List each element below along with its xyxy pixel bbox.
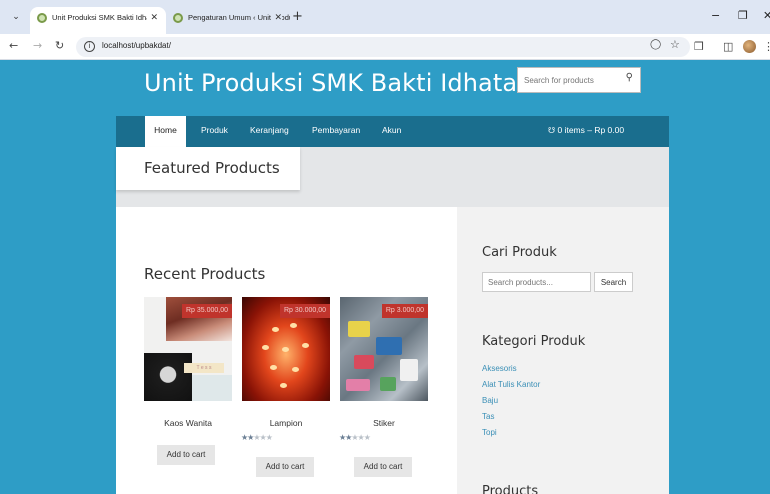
- image-part: [270, 365, 277, 370]
- featured-products-box: Featured Products: [116, 147, 300, 190]
- price-badge: Rp 30.000,00: [279, 304, 330, 318]
- site-search-box: ⚲: [517, 67, 641, 93]
- product-name[interactable]: Stiker: [340, 418, 428, 428]
- nav-pembayaran[interactable]: Pembayaran: [312, 116, 360, 147]
- category-link-aksesoris[interactable]: Aksesoris: [482, 364, 517, 373]
- translate-icon[interactable]: ◯: [650, 39, 661, 50]
- image-part: [280, 383, 287, 388]
- restore-button[interactable]: ❐: [738, 9, 748, 22]
- image-part: [144, 353, 192, 401]
- nav-home[interactable]: Home: [145, 116, 186, 148]
- category-link-tas[interactable]: Tas: [482, 412, 494, 421]
- main-content: Recent Products T e s s Rp 35.000,00 Kao…: [116, 207, 457, 494]
- image-part: [292, 367, 299, 372]
- window-close-button[interactable]: ✕: [763, 9, 770, 22]
- site-search-input[interactable]: [524, 73, 620, 87]
- close-icon[interactable]: ✕: [271, 7, 282, 29]
- cart-summary: 0 items – Rp 0.00: [557, 125, 625, 135]
- nav-keranjang[interactable]: Keranjang: [250, 116, 289, 147]
- category-link-baju[interactable]: Baju: [482, 396, 498, 405]
- nav-produk[interactable]: Produk: [201, 116, 228, 147]
- close-icon[interactable]: ✕: [147, 7, 158, 29]
- add-to-cart-button[interactable]: Add to cart: [157, 445, 215, 465]
- search-icon[interactable]: ⚲: [626, 72, 633, 83]
- image-part: [380, 377, 396, 391]
- product-search-input[interactable]: [482, 272, 591, 292]
- product-image[interactable]: Rp 30.000,00: [242, 297, 330, 401]
- address-bar-row: ← → ↻ i localhost/upbakdat/ ◯ ☆ ❒ ◫: [0, 34, 770, 60]
- price-badge: Rp 3.000,00: [381, 304, 428, 318]
- add-to-cart-button[interactable]: Add to cart: [354, 457, 412, 477]
- image-part: [354, 355, 374, 369]
- image-part: [290, 323, 297, 328]
- add-to-cart-button[interactable]: Add to cart: [256, 457, 314, 477]
- image-part: [346, 379, 370, 391]
- products-widget-title: Products: [482, 484, 539, 494]
- minimize-button[interactable]: −: [711, 9, 720, 22]
- image-part: [262, 345, 269, 350]
- product-card: T e s s Rp 35.000,00 Kaos Wanita: [144, 297, 232, 428]
- image-part: [192, 375, 232, 401]
- forward-icon[interactable]: →: [33, 39, 42, 52]
- extensions-icon[interactable]: ❒: [694, 40, 704, 53]
- featured-products-title: Featured Products: [144, 159, 280, 177]
- product-card: Rp 30.000,00 Lampion: [242, 297, 330, 428]
- globe-icon: [37, 13, 47, 23]
- url-text: localhost/upbakdat/: [102, 41, 171, 50]
- sidebar-icon[interactable]: ◫: [723, 40, 733, 53]
- tab-inactive[interactable]: Pengaturan Umum ‹ Unit Produ ✕: [166, 7, 290, 34]
- url-field[interactable]: i localhost/upbakdat/ ◯ ☆: [76, 37, 690, 57]
- product-name[interactable]: Kaos Wanita: [144, 418, 232, 428]
- back-icon[interactable]: ←: [9, 39, 18, 52]
- image-part: [302, 343, 309, 348]
- cart-icon: ☋: [548, 126, 556, 135]
- product-image[interactable]: Rp 3.000,00: [340, 297, 428, 401]
- category-link-topi[interactable]: Topi: [482, 428, 497, 437]
- sidebar: Cari Produk Search Kategori Produk Akses…: [457, 207, 669, 494]
- star-icon[interactable]: ☆: [670, 38, 680, 51]
- image-part: [400, 359, 418, 381]
- search-widget-title: Cari Produk: [482, 245, 557, 260]
- image-part: [282, 347, 289, 352]
- image-caption: T e s s: [184, 363, 224, 373]
- info-icon[interactable]: i: [84, 41, 95, 52]
- site-title[interactable]: Unit Produksi SMK Bakti Idhata: [144, 69, 517, 97]
- category-link-alat-tulis-kantor[interactable]: Alat Tulis Kantor: [482, 380, 540, 389]
- more-menu-icon[interactable]: ⋮: [763, 40, 770, 53]
- price-badge: Rp 35.000,00: [181, 304, 232, 318]
- image-part: [348, 321, 370, 337]
- image-part: [376, 337, 402, 355]
- globe-icon: [173, 13, 183, 23]
- product-card: Rp 3.000,00 Stiker: [340, 297, 428, 428]
- recent-products-title: Recent Products: [144, 265, 266, 283]
- new-tab-button[interactable]: +: [292, 10, 303, 23]
- browser-tab-bar: ⌄ Unit Produksi SMK Bakti Idhata ✕ Penga…: [0, 0, 770, 34]
- header-cart-link[interactable]: ☋ 0 items – Rp 0.00: [548, 116, 624, 147]
- rating-stars: ★★★★★: [339, 433, 371, 442]
- nav-akun[interactable]: Akun: [382, 116, 401, 147]
- category-widget-title: Kategori Produk: [482, 334, 586, 349]
- tab-title: Unit Produksi SMK Bakti Idhata: [52, 13, 157, 22]
- profile-avatar[interactable]: [743, 40, 756, 53]
- rating-stars: ★★★★★: [241, 433, 273, 442]
- product-search-button[interactable]: Search: [594, 272, 633, 292]
- tab-search-chevron-down-icon[interactable]: ⌄: [8, 10, 24, 24]
- image-part: [272, 327, 279, 332]
- tab-active[interactable]: Unit Produksi SMK Bakti Idhata ✕: [30, 7, 166, 34]
- product-name[interactable]: Lampion: [242, 418, 330, 428]
- reload-icon[interactable]: ↻: [55, 39, 64, 52]
- product-image[interactable]: T e s s Rp 35.000,00: [144, 297, 232, 401]
